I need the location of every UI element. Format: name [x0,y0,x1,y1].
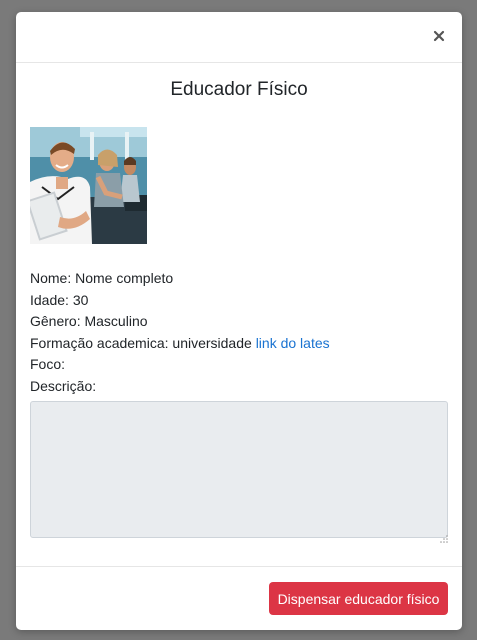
info-foco: Foco: [30,354,330,376]
close-button[interactable] [432,29,446,43]
foco-label: Foco: [30,356,66,372]
info-idade: Idade: 30 [30,290,330,312]
dismiss-educator-button[interactable]: Dispensar educador físico [269,582,448,615]
modal-title: Educador Físico [170,79,308,100]
descricao-label: Descrição: [30,377,97,394]
resize-grip-icon[interactable] [440,530,448,543]
info-descricao: Descrição: [30,376,330,398]
info-genero: Gênero: Masculino [30,311,330,333]
trainer-photo [30,127,147,244]
trainer-photo-image [30,127,147,244]
formacao-value: universidade [172,334,252,351]
genero-value: Masculino [84,313,148,329]
lattes-link[interactable]: link do lates [256,335,330,351]
modal-footer: Dispensar educador físico [16,566,462,630]
description-textarea[interactable] [30,401,448,538]
info-nome: Nome: Nome completo [30,268,330,290]
info-formacao: Formação academica: universidade link do… [30,333,330,355]
modal-header [16,12,462,63]
close-icon [433,30,445,42]
nome-value: Nome completo [75,270,174,286]
idade-value: 30 [72,291,89,308]
formacao-label: Formação academica: [30,334,169,351]
educator-modal: Educador Físico Nome: Nome completo Idad… [16,12,462,630]
educator-info: Nome: Nome completo Idade: 30 Gênero: Ma… [30,268,330,397]
nome-label: Nome: [30,270,72,286]
idade-label: Idade: [30,291,69,308]
genero-label: Gênero: [30,313,81,329]
